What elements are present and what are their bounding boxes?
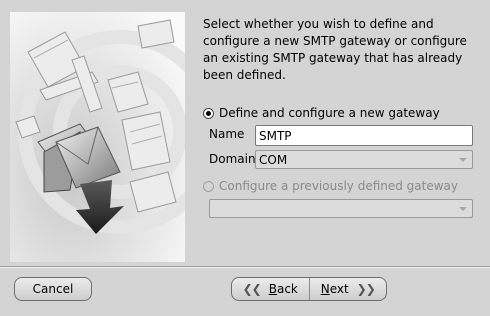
double-chevron-left-icon: ❮❮ xyxy=(242,282,262,296)
wizard-illustration xyxy=(10,12,185,262)
double-chevron-right-icon: ❯❯ xyxy=(356,282,376,296)
chevron-down-icon xyxy=(459,158,467,162)
name-input[interactable] xyxy=(255,125,473,146)
domain-value: COM xyxy=(259,152,288,167)
name-label: Name xyxy=(209,127,245,141)
option-new-gateway-label: Define and configure a new gateway xyxy=(219,106,440,120)
navigation-buttons: ❮❮ Back Next ❯❯ xyxy=(231,277,387,301)
option-new-gateway[interactable]: Define and configure a new gateway xyxy=(203,106,440,120)
next-button[interactable]: Next ❯❯ xyxy=(308,278,387,300)
cancel-button-label: Cancel xyxy=(32,282,74,296)
intro-text: Select whether you wish to define and co… xyxy=(203,17,467,82)
next-button-label: Next xyxy=(320,282,349,296)
chevron-down-icon xyxy=(459,207,467,211)
separator xyxy=(0,266,490,268)
domain-select[interactable]: COM xyxy=(255,150,473,169)
option-existing-gateway-label: Configure a previously defined gateway xyxy=(219,179,459,193)
cancel-button[interactable]: Cancel xyxy=(14,277,92,301)
domain-label: Domain xyxy=(209,152,256,166)
option-existing-gateway[interactable]: Configure a previously defined gateway xyxy=(203,179,458,193)
back-button-label: Back xyxy=(268,282,298,296)
existing-gateway-select[interactable] xyxy=(209,199,473,218)
radio-existing-gateway[interactable] xyxy=(203,180,214,192)
back-button[interactable]: ❮❮ Back xyxy=(232,278,309,300)
radio-new-gateway[interactable] xyxy=(203,107,214,119)
